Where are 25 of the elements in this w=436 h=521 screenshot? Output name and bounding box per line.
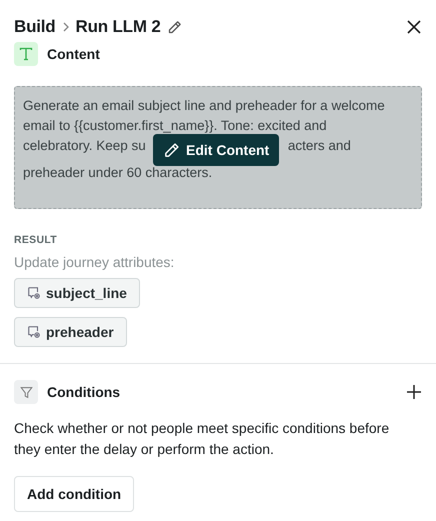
add-condition-button[interactable]: Add condition <box>14 476 134 512</box>
pencil-icon <box>166 20 182 34</box>
content-text: preheader under 60 characters. <box>23 164 212 182</box>
content-text: celebratory. Keep su <box>23 137 146 155</box>
breadcrumb-item: Run LLM 2 <box>76 17 161 37</box>
breadcrumb-item[interactable]: Build <box>14 17 56 37</box>
section-title: Content <box>47 46 100 62</box>
add-icon[interactable] <box>406 384 422 400</box>
pencil-icon <box>163 142 180 158</box>
filter-icon <box>14 380 38 404</box>
chevron-right-icon <box>62 22 70 32</box>
attribute-icon <box>27 286 41 300</box>
attribute-chip[interactable]: preheader <box>14 317 127 347</box>
section-heading: RESULT <box>14 234 58 246</box>
attribute-chip[interactable]: subject_line <box>14 278 140 308</box>
text-icon <box>14 42 38 66</box>
content-text: email to {{customer.first_name}}. Tone: excited and <box>23 117 327 135</box>
content-text: acters and <box>288 137 351 155</box>
result-description: Update journey attributes: <box>14 254 176 270</box>
close-button[interactable] <box>406 19 422 35</box>
attribute-icon <box>27 325 41 339</box>
conditions-description: Check whether or not people meet specific conditions before they enter the delay or perform the action. <box>14 419 390 459</box>
content-text: Generate an email subject line and preheader for a welcome <box>23 97 385 115</box>
section-title: Conditions <box>47 384 120 400</box>
edit-content-button[interactable]: Edit Content <box>153 134 280 166</box>
